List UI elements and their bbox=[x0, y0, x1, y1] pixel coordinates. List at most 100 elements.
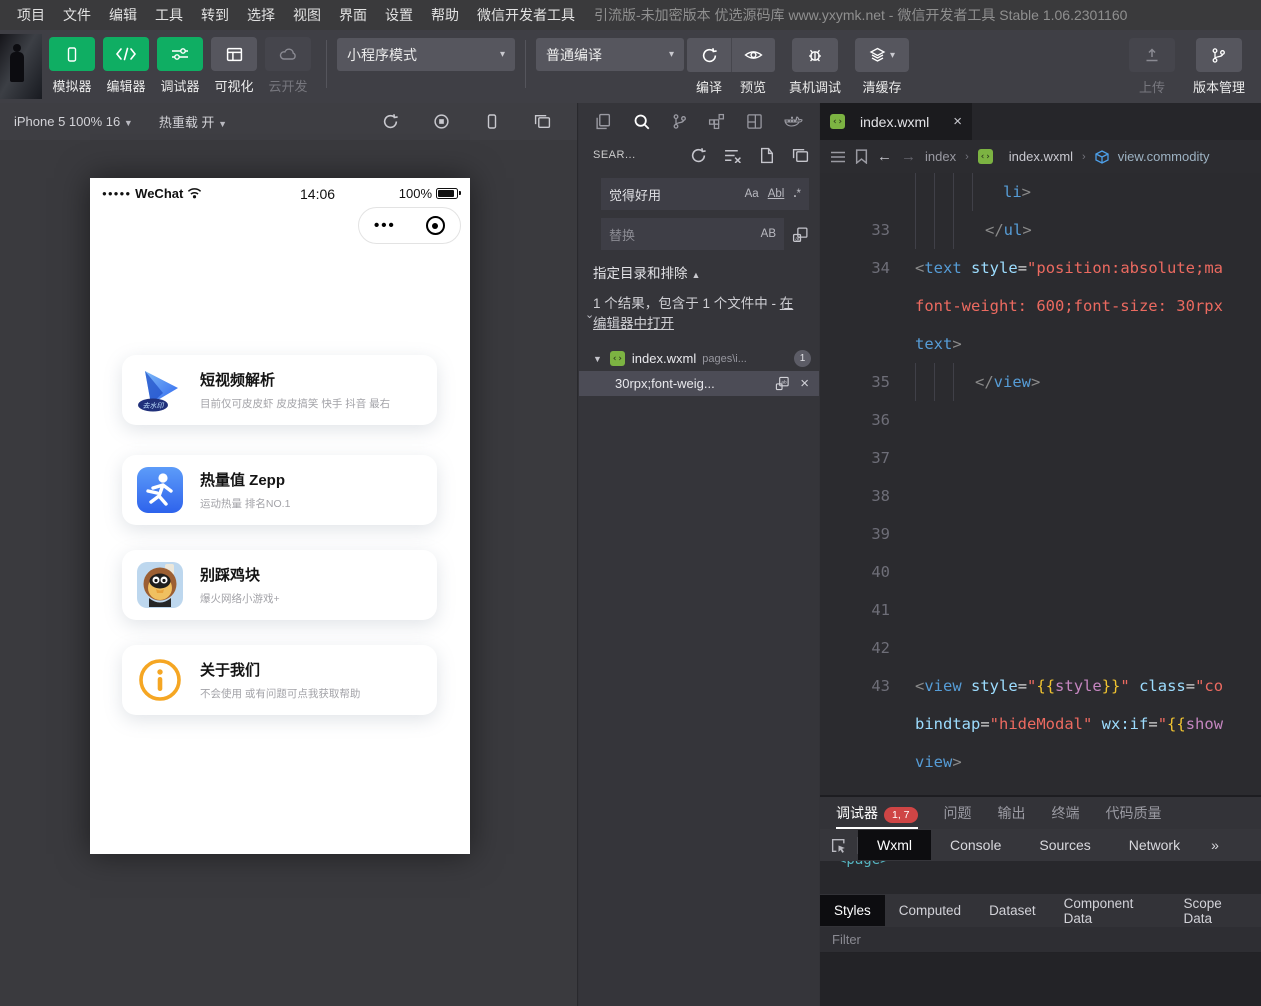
menubar-item[interactable]: 微信开发者工具 bbox=[468, 7, 584, 23]
code-line[interactable]: 38 bbox=[820, 477, 1261, 515]
debugger-tab-终端[interactable]: 终端 bbox=[1052, 803, 1080, 823]
preserve-case-icon[interactable]: AB bbox=[761, 228, 776, 240]
bookmark-icon[interactable] bbox=[855, 149, 868, 164]
code-line[interactable]: 43<view style="{{style}}" class="co bbox=[820, 667, 1261, 705]
result-file-row[interactable]: ▼ ‹› index.wxml pages\i... 1 bbox=[579, 346, 819, 371]
docker-icon[interactable] bbox=[784, 114, 803, 129]
result-match-row[interactable]: 30rpx;font-weig... ab × bbox=[579, 371, 819, 396]
hot-reload-toggle[interactable]: 热重载 开 ▼ bbox=[159, 112, 227, 131]
menubar-item[interactable]: 文件 bbox=[54, 7, 100, 23]
menubar-item[interactable]: 编辑 bbox=[100, 7, 146, 23]
code-line[interactable]: text> bbox=[820, 325, 1261, 363]
menubar-item[interactable]: 工具 bbox=[146, 7, 192, 23]
files-icon[interactable] bbox=[595, 113, 612, 130]
code-line[interactable]: 40 bbox=[820, 553, 1261, 591]
search-input[interactable]: 觉得好用 Aa Abl .* bbox=[601, 178, 809, 210]
open-editors-icon[interactable] bbox=[792, 147, 809, 164]
style-tab-computed[interactable]: Computed bbox=[885, 895, 975, 926]
code-line[interactable]: 42 bbox=[820, 629, 1261, 667]
home-circle-icon[interactable] bbox=[426, 216, 445, 235]
feature-card-game[interactable]: 别踩鸡块爆火网络小游戏+ bbox=[122, 550, 437, 620]
menubar-item[interactable]: 项目 bbox=[8, 7, 54, 23]
nav-sliders-button[interactable]: 调试器 bbox=[154, 37, 206, 95]
code-line[interactable]: bindtap="hideModal" wx:if="{{show bbox=[820, 705, 1261, 743]
code-line[interactable]: font-weight: 600;font-size: 30rpx bbox=[820, 287, 1261, 325]
menubar-item[interactable]: 转到 bbox=[192, 7, 238, 23]
debugger-tab-问题[interactable]: 问题 bbox=[944, 803, 972, 823]
inspect-element-icon[interactable] bbox=[820, 837, 858, 854]
code-line[interactable]: 39 bbox=[820, 515, 1261, 553]
debugger-tab-输出[interactable]: 输出 bbox=[998, 803, 1026, 823]
match-case-icon[interactable]: Aa bbox=[745, 188, 759, 200]
replace-all-icon[interactable]: ab bbox=[792, 226, 809, 243]
style-tab-scope-data[interactable]: Scope Data bbox=[1169, 888, 1261, 934]
list-icon[interactable] bbox=[830, 150, 846, 164]
menubar-item[interactable]: 设置 bbox=[376, 7, 422, 23]
new-search-icon[interactable] bbox=[759, 147, 775, 164]
menubar-item[interactable]: 界面 bbox=[330, 7, 376, 23]
devtools-tab-network[interactable]: Network bbox=[1110, 830, 1199, 860]
code-line[interactable]: 37 bbox=[820, 439, 1261, 477]
dir-exclude-toggle[interactable]: 指定目录和排除▲ bbox=[593, 262, 819, 282]
云开发-button[interactable] bbox=[265, 37, 311, 71]
toggle-replace-chevron[interactable]: ⌄ bbox=[585, 308, 594, 321]
git-branch-icon[interactable] bbox=[672, 113, 687, 130]
replace-match-icon[interactable]: ab bbox=[775, 376, 790, 391]
nav-forward-icon[interactable]: → bbox=[901, 148, 916, 165]
code-line[interactable]: 35</view> bbox=[820, 363, 1261, 401]
debugger-tab-调试器[interactable]: 调试器1, 7 bbox=[836, 803, 918, 829]
style-tab-styles[interactable]: Styles bbox=[820, 895, 885, 926]
phone-icon[interactable] bbox=[484, 113, 500, 130]
chevron-down-icon[interactable]: ▼ bbox=[593, 354, 602, 364]
structure-icon[interactable] bbox=[746, 113, 763, 130]
more-dots-icon[interactable]: ••• bbox=[374, 217, 396, 234]
nav-layout-button[interactable]: 可视化 bbox=[208, 37, 260, 95]
record-stop-icon[interactable] bbox=[433, 113, 450, 130]
编辑器-button[interactable] bbox=[103, 37, 149, 71]
refresh-icon[interactable] bbox=[382, 113, 399, 130]
nav-back-icon[interactable]: ← bbox=[877, 148, 892, 165]
compile-mode-select[interactable]: 普通编译 ▾ bbox=[536, 38, 684, 71]
upload-button[interactable] bbox=[1129, 38, 1175, 72]
可视化-button[interactable] bbox=[211, 37, 257, 71]
code-line[interactable]: 36 bbox=[820, 401, 1261, 439]
windows-icon[interactable] bbox=[534, 113, 551, 130]
nav-code-button[interactable]: 编辑器 bbox=[100, 37, 152, 95]
code-line[interactable]: 33</ul> bbox=[820, 211, 1261, 249]
more-tabs-icon[interactable]: » bbox=[1211, 837, 1219, 853]
device-debug-button[interactable] bbox=[792, 38, 838, 72]
compile-button[interactable] bbox=[687, 38, 731, 72]
regex-icon[interactable]: .* bbox=[793, 188, 801, 200]
page-tag-node[interactable]: <page> bbox=[838, 861, 889, 868]
extensions-icon[interactable] bbox=[708, 113, 725, 130]
nav-phone-button[interactable]: 模拟器 bbox=[46, 37, 98, 95]
style-tab-dataset[interactable]: Dataset bbox=[975, 895, 1050, 926]
调试器-button[interactable] bbox=[157, 37, 203, 71]
nav-cloud-button[interactable]: 云开发 bbox=[262, 37, 314, 95]
menubar-item[interactable]: 选择 bbox=[238, 7, 284, 23]
code-line[interactable]: 41 bbox=[820, 591, 1261, 629]
mode-select[interactable]: 小程序模式 ▾ bbox=[337, 38, 515, 71]
replace-input[interactable]: 替换 AB bbox=[601, 218, 784, 250]
close-tab-icon[interactable]: × bbox=[953, 113, 962, 130]
tab-index-wxml[interactable]: ‹› index.wxml × bbox=[820, 103, 972, 140]
breadcrumb-index[interactable]: index bbox=[925, 149, 956, 164]
feature-card-runner[interactable]: 热量值 Zepp运动热量 排名NO.1 bbox=[122, 455, 437, 525]
devtools-tab-console[interactable]: Console bbox=[931, 830, 1020, 860]
debugger-tab-代码质量[interactable]: 代码质量 bbox=[1106, 803, 1162, 823]
feature-card-info[interactable]: 关于我们不会使用 或有问题可点我获取帮助 bbox=[122, 645, 437, 715]
refresh-icon[interactable] bbox=[690, 147, 707, 164]
feature-card-video[interactable]: 去水印短视频解析目前仅可皮皮虾 皮皮搞笑 快手 抖音 最右 bbox=[122, 355, 437, 425]
menubar-item[interactable]: 视图 bbox=[284, 7, 330, 23]
code-editor[interactable]: li>33</ul>34<text style="position:absolu… bbox=[820, 173, 1261, 781]
breadcrumb-node[interactable]: view.commodity bbox=[1118, 149, 1210, 164]
模拟器-button[interactable] bbox=[49, 37, 95, 71]
style-tab-component-data[interactable]: Component Data bbox=[1050, 888, 1170, 934]
whole-word-icon[interactable]: Abl bbox=[768, 188, 785, 200]
avatar[interactable] bbox=[0, 34, 42, 99]
device-select[interactable]: iPhone 5 100% 16 ▼ bbox=[14, 114, 133, 129]
clear-cache-button[interactable]: ▾ bbox=[855, 38, 909, 72]
preview-button[interactable] bbox=[731, 38, 775, 72]
wxml-tree-view[interactable]: <page> bbox=[820, 861, 1261, 894]
code-line[interactable]: 34<text style="position:absolute;ma bbox=[820, 249, 1261, 287]
